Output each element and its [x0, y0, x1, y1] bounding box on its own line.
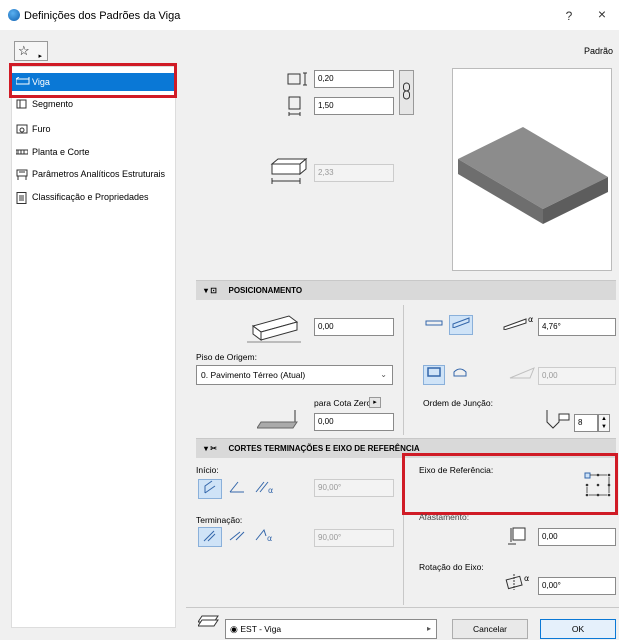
- end-horizontal-cut-button[interactable]: [226, 527, 248, 547]
- join-order-label: Ordem de Junção:: [423, 398, 493, 408]
- axis-rotation-icon: α: [505, 572, 535, 594]
- positioning-header[interactable]: ▾ ⊡ POSICIONAMENTO: [196, 280, 616, 300]
- positioning-icon: ⊡: [210, 286, 217, 295]
- to-zero-input[interactable]: 0,00: [314, 413, 394, 431]
- sidebar-item-label: Planta e Corte: [32, 147, 90, 157]
- profile-label: Padrão: [583, 46, 613, 56]
- join-order-stepper[interactable]: ▲ ▼: [598, 414, 610, 432]
- eye-icon: ◉: [230, 624, 241, 634]
- to-zero-arrow-button[interactable]: ▸: [369, 397, 381, 408]
- cancel-button[interactable]: Cancelar: [452, 619, 528, 639]
- end-label: Terminação:: [196, 515, 243, 525]
- close-button[interactable]: ×: [595, 6, 609, 22]
- svg-text:α: α: [524, 574, 529, 583]
- axis-offset-input[interactable]: 0,00: [538, 528, 616, 546]
- help-button[interactable]: ?: [562, 9, 576, 23]
- sidebar-item-furo[interactable]: Furo: [12, 120, 175, 138]
- slope-angle-input[interactable]: 4,76°: [538, 318, 616, 336]
- width-input[interactable]: 1,50: [314, 97, 394, 115]
- join-order-icon: [541, 408, 571, 432]
- beam-preview-image: [458, 127, 608, 224]
- app-icon: [8, 9, 20, 21]
- vertical-divider: [403, 305, 404, 435]
- start-custom-angle-button[interactable]: α: [252, 479, 278, 499]
- plan-section-icon: [15, 147, 29, 157]
- start-label: Início:: [196, 465, 219, 475]
- sidebar-item-label: Classificação e Propriedades: [32, 192, 149, 202]
- sidebar-item-parametros[interactable]: Parâmetros Analíticos Estruturais: [12, 165, 175, 183]
- length-input: 2,33: [314, 164, 394, 182]
- horizontal-beam-button[interactable]: [423, 315, 445, 335]
- axis-offset-icon: [507, 526, 529, 550]
- slope-angle-icon: α: [502, 314, 538, 332]
- start-angle-input: 90,00°: [314, 479, 394, 497]
- classification-icon: [16, 192, 28, 204]
- length-icon: [270, 156, 310, 188]
- highlight-box: [402, 453, 618, 515]
- sidebar: Viga Segmento Furo Planta e Corte Parâme…: [11, 66, 176, 628]
- highlight-box: [9, 63, 177, 98]
- ok-button[interactable]: OK: [540, 619, 616, 639]
- positioning-title: POSICIONAMENTO: [228, 286, 303, 295]
- height-input[interactable]: 0,20: [314, 70, 394, 88]
- tilt-input: 0,00: [538, 367, 616, 385]
- chevron-down-icon: ⌄: [380, 370, 387, 379]
- chain-icon: [403, 82, 410, 100]
- arch-profile-button[interactable]: [449, 365, 471, 385]
- sidebar-item-label: Furo: [32, 124, 51, 134]
- svg-text:α: α: [268, 486, 273, 494]
- width-icon: [287, 96, 303, 120]
- home-story-label: Piso de Origem:: [196, 352, 257, 362]
- join-order-input[interactable]: 8: [574, 414, 598, 432]
- layer-select[interactable]: ◉ EST - Viga ▸: [225, 619, 437, 639]
- layer-icon: [197, 614, 220, 630]
- structural-icon: [16, 169, 28, 180]
- home-story-select[interactable]: 0. Pavimento Térreo (Atual) ⌄: [196, 365, 393, 385]
- start-horizontal-cut-button[interactable]: [226, 479, 248, 499]
- window-title: Definições dos Padrões da Viga: [24, 10, 181, 22]
- svg-text:α: α: [528, 315, 533, 324]
- start-vertical-cut-button[interactable]: [198, 479, 222, 499]
- tilt-icon: [508, 366, 538, 382]
- axis-rotation-input[interactable]: 0,00°: [538, 577, 616, 595]
- svg-text:α: α: [267, 534, 272, 542]
- footer-divider: [186, 607, 619, 608]
- rotation-label: Rotação do Eixo:: [419, 562, 484, 572]
- end-cuts-icon: ✂: [210, 444, 217, 453]
- star-icon: ☆: [18, 43, 30, 58]
- sloped-beam-button[interactable]: [449, 315, 473, 335]
- favorites-button[interactable]: ☆ ▸: [14, 41, 48, 61]
- sidebar-item-label: Segmento: [32, 99, 74, 109]
- to-zero-label: para Cota Zero: [314, 398, 372, 408]
- end-cuts-title: CORTES TERMINAÇÕES E EIXO DE REFERÊNCIA: [228, 444, 420, 453]
- segment-icon: [16, 99, 28, 109]
- hole-icon: [16, 124, 28, 134]
- height-icon: [287, 72, 311, 88]
- end-angle-input: 90,00°: [314, 529, 394, 547]
- dropdown-arrow-icon: ▸: [426, 624, 431, 633]
- sidebar-item-planta-corte[interactable]: Planta e Corte: [12, 143, 175, 161]
- 3d-preview[interactable]: [452, 68, 612, 271]
- offset-label: Afastamento:: [419, 512, 470, 522]
- end-vertical-cut-button[interactable]: [198, 527, 222, 547]
- offset-icon: [247, 310, 303, 346]
- sidebar-item-classificacao[interactable]: Classificação e Propriedades: [12, 188, 175, 206]
- offset-input[interactable]: 0,00: [314, 318, 394, 336]
- rect-profile-button[interactable]: [423, 365, 445, 385]
- link-chain-button[interactable]: [399, 70, 414, 115]
- zero-level-icon: [256, 408, 301, 432]
- end-custom-angle-button[interactable]: α: [252, 527, 278, 547]
- sidebar-item-label: Parâmetros Analíticos Estruturais: [32, 169, 166, 179]
